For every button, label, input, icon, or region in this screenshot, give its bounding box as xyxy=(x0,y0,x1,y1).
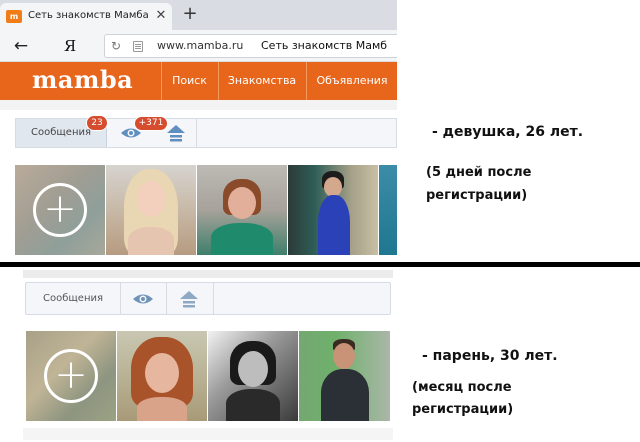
url-field[interactable]: ↻ www.mamba.ru Сеть знакомств Мамб xyxy=(104,34,397,58)
photo-face xyxy=(238,351,268,387)
user-photo[interactable] xyxy=(208,331,298,421)
user-photo-partial[interactable] xyxy=(379,165,397,255)
user-photo[interactable] xyxy=(288,165,378,255)
browser-tab-bar: m Сеть знакомств Мамба / ✕ + xyxy=(0,0,397,30)
site-navbar: mamba Поиск Знакомства Объявления xyxy=(0,62,397,100)
add-photo-tile[interactable]: + xyxy=(15,165,105,255)
user-photo[interactable] xyxy=(197,165,287,255)
nav-dating[interactable]: Знакомства xyxy=(218,62,305,100)
separator-line xyxy=(0,262,640,267)
photo-body xyxy=(128,227,174,255)
raise-profile-icon[interactable] xyxy=(179,290,199,308)
browser-address-bar: ← Я ↻ www.mamba.ru Сеть знакомств Мамб xyxy=(0,30,397,62)
toolbar-divider xyxy=(213,283,214,314)
divider-strip xyxy=(23,270,393,278)
user-photo[interactable] xyxy=(299,331,390,421)
photo-face xyxy=(228,187,256,219)
photo-body xyxy=(137,397,187,421)
eye-icon[interactable] xyxy=(132,290,154,308)
photo-body xyxy=(211,223,273,255)
toolbar-divider xyxy=(196,119,197,147)
views-count-badge: +371 xyxy=(134,116,168,131)
photo-strip: + xyxy=(26,331,390,421)
messages-button[interactable]: Сообщения xyxy=(26,283,121,314)
divider-strip xyxy=(23,428,393,440)
url-page-title: Сеть знакомств Мамб xyxy=(261,39,388,52)
new-tab-button[interactable]: + xyxy=(180,4,200,24)
url-domain: www.mamba.ru xyxy=(157,39,244,52)
annotation-guy-note: регистрации) xyxy=(412,402,514,417)
user-photo[interactable] xyxy=(117,331,207,421)
annotation-girl-note: регистрации) xyxy=(426,188,528,203)
photo-body xyxy=(318,195,350,255)
photo-body xyxy=(226,389,280,421)
nav-ads[interactable]: Объявления xyxy=(306,62,397,100)
plus-icon: + xyxy=(43,186,77,232)
mamba-logo[interactable]: mamba xyxy=(32,65,144,95)
annotation-girl: - девушка, 26 лет. xyxy=(432,124,584,140)
photo-body xyxy=(321,369,369,421)
add-photo-tile[interactable]: + xyxy=(26,331,116,421)
annotation-guy-note: (месяц после xyxy=(412,380,512,395)
annotation-guy: - парень, 30 лет. xyxy=(422,348,558,364)
page-icon xyxy=(133,41,143,52)
photo-face xyxy=(137,181,165,217)
photo-face xyxy=(145,353,179,393)
messages-count-badge: 23 xyxy=(86,115,108,131)
mamba-favicon-icon: m xyxy=(6,10,22,23)
profile-toolbar: Сообщения xyxy=(15,118,397,148)
plus-icon: + xyxy=(54,352,88,398)
back-arrow-icon[interactable]: ← xyxy=(10,35,32,57)
browser-tab[interactable]: m Сеть знакомств Мамба / ✕ xyxy=(0,3,172,30)
tab-title: Сеть знакомств Мамба / xyxy=(28,10,148,21)
reload-icon[interactable]: ↻ xyxy=(111,38,125,54)
top-screenshot: m Сеть знакомств Мамба / ✕ + ← Я ↻ www.m… xyxy=(0,0,397,258)
photo-face xyxy=(333,343,355,369)
annotation-girl-note: (5 дней после xyxy=(426,165,532,180)
photo-strip: + xyxy=(15,165,397,255)
comparison-collage: m Сеть знакомств Мамба / ✕ + ← Я ↻ www.m… xyxy=(0,0,640,442)
bottom-screenshot: Сообщения + xyxy=(23,270,393,440)
close-tab-icon[interactable]: ✕ xyxy=(154,8,168,24)
photo-face xyxy=(324,177,342,197)
yandex-logo[interactable]: Я xyxy=(64,35,82,57)
nav-search[interactable]: Поиск xyxy=(161,62,217,100)
user-photo[interactable] xyxy=(106,165,196,255)
divider-strip xyxy=(0,100,397,110)
raise-profile-icon[interactable] xyxy=(166,124,186,142)
profile-toolbar: Сообщения xyxy=(25,282,391,315)
toolbar-divider xyxy=(166,283,167,314)
